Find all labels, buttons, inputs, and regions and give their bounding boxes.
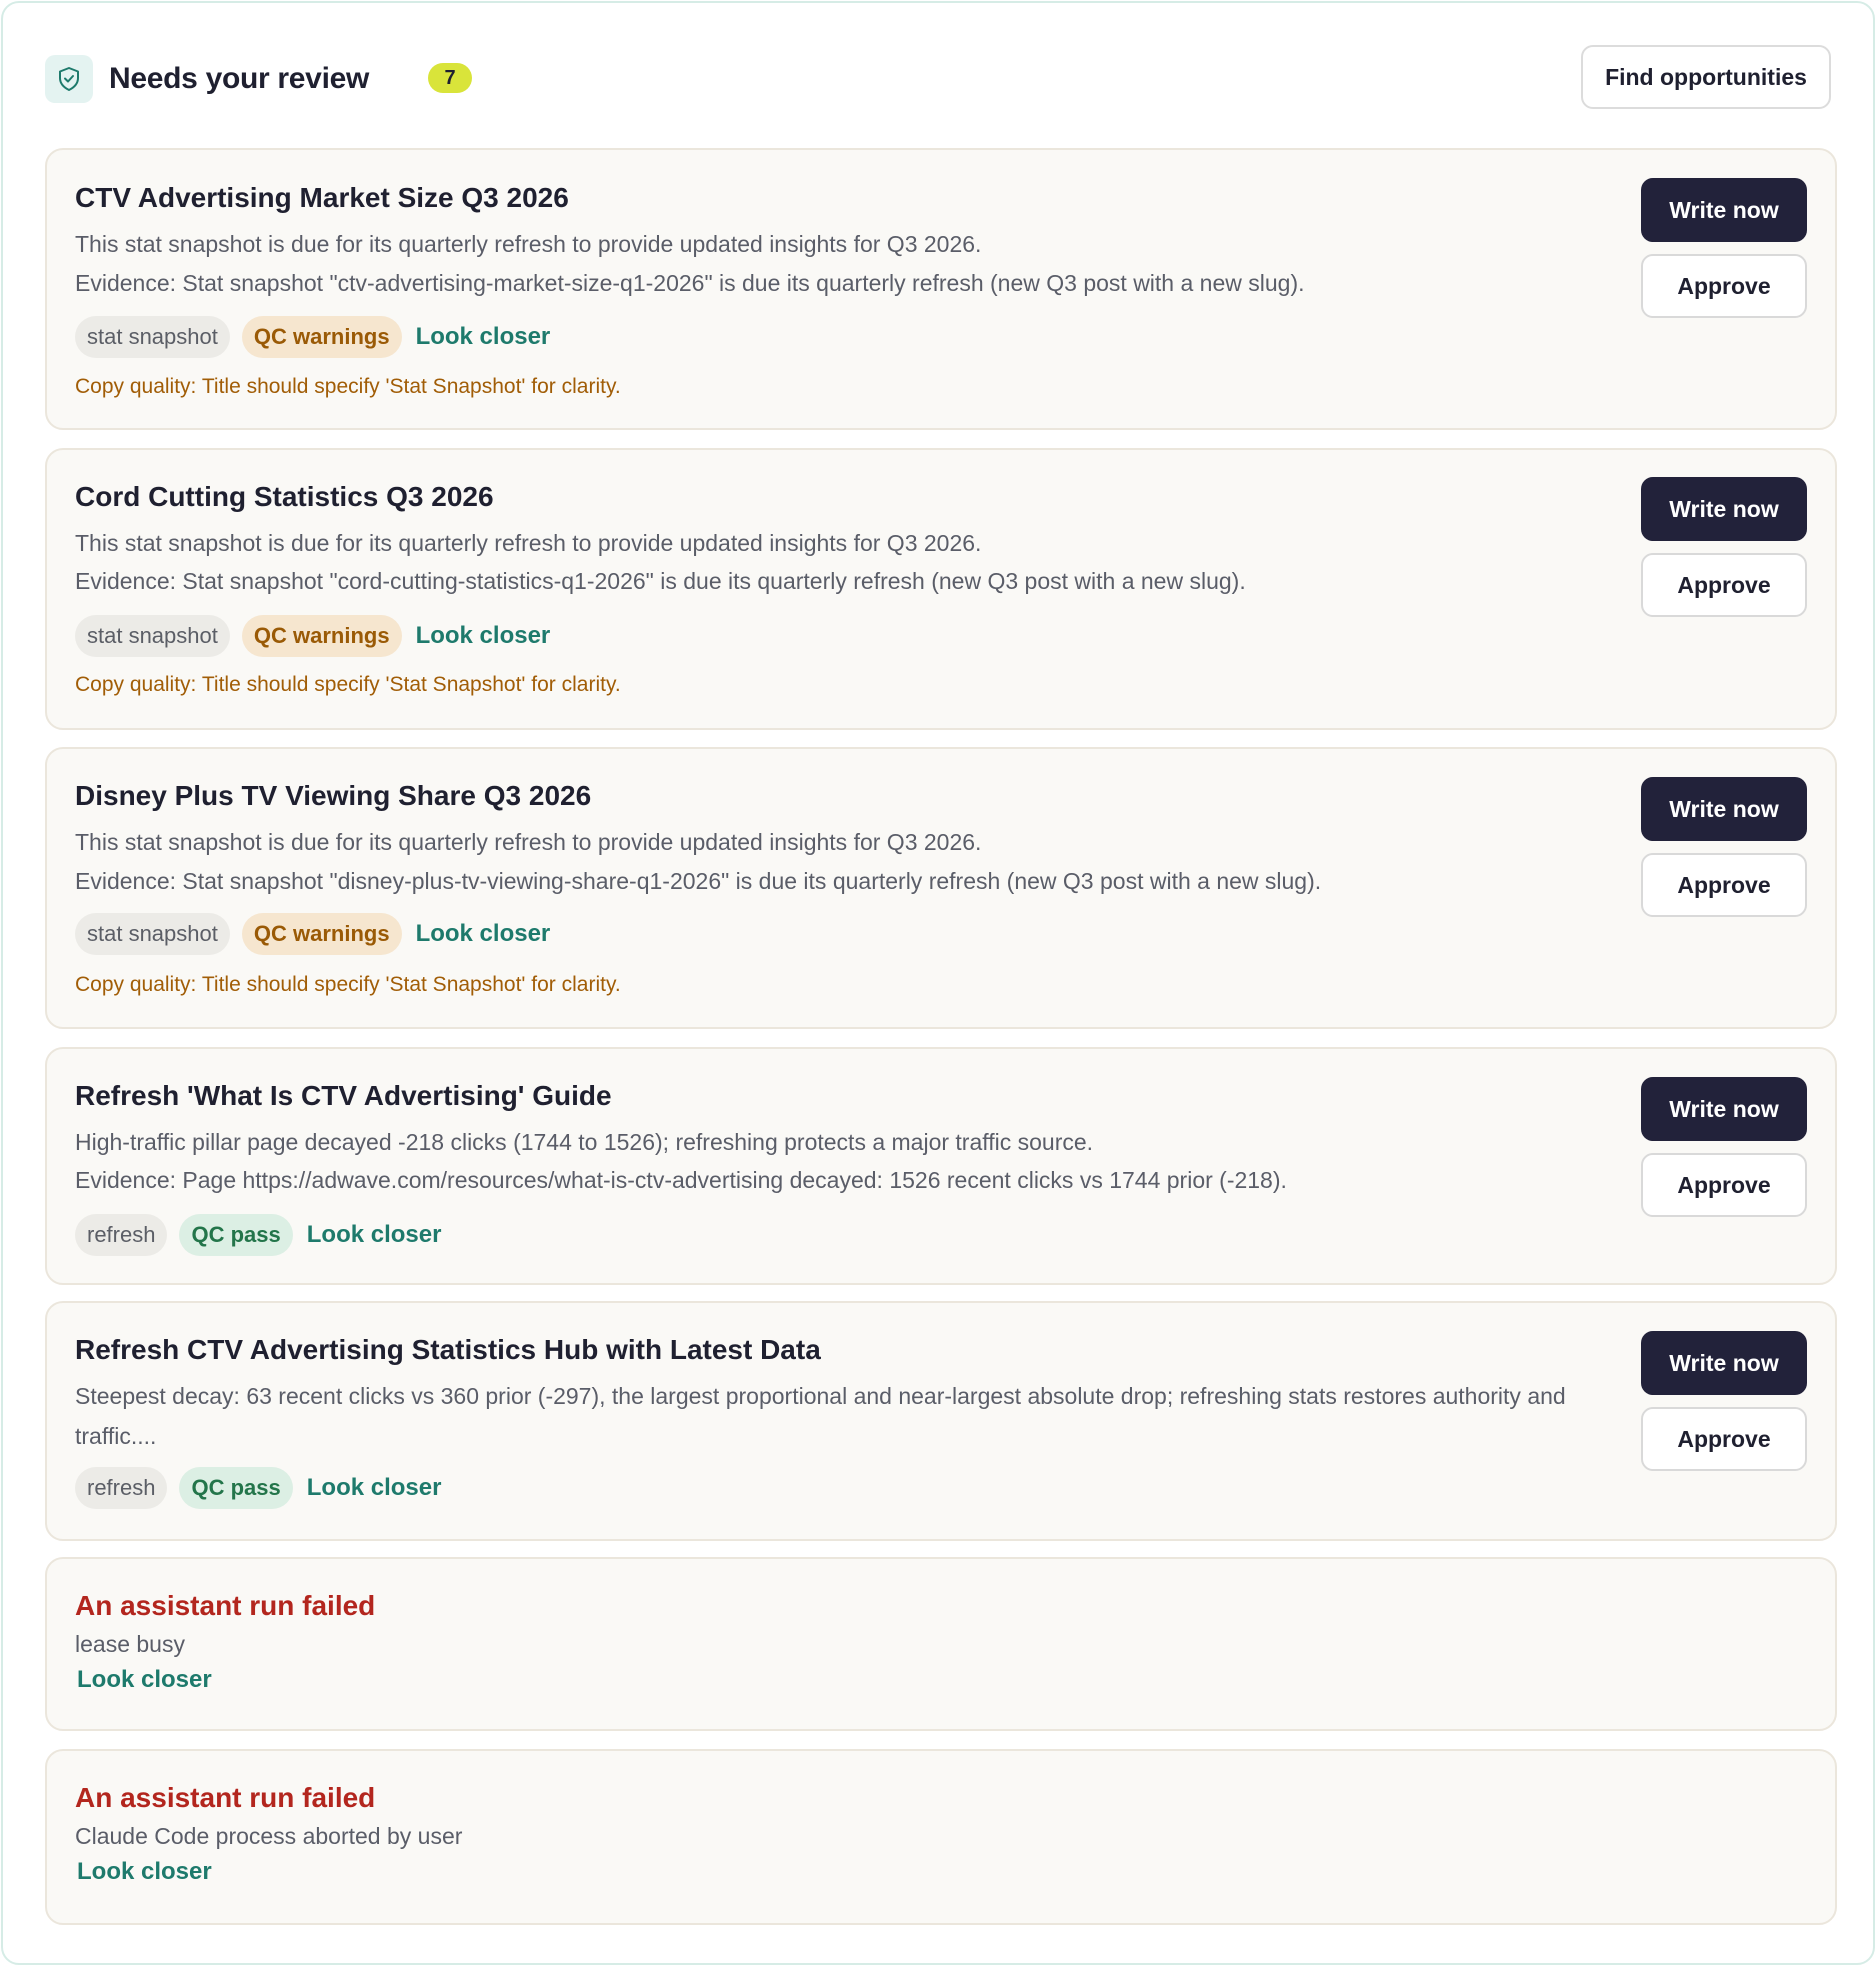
review-count-badge: 7: [428, 63, 472, 93]
look-closer-link[interactable]: Look closer: [305, 1467, 442, 1509]
qc-status-tag: QC pass: [179, 1467, 293, 1509]
card-summary: This stat snapshot is due for its quarte…: [75, 829, 982, 855]
card-title: Cord Cutting Statistics Q3 2026: [75, 481, 494, 512]
look-closer-link[interactable]: Look closer: [75, 1851, 212, 1893]
card-evidence: Evidence: Stat snapshot "cord-cutting-st…: [75, 568, 1246, 594]
review-card: Cord Cutting Statistics Q3 2026 This sta…: [45, 448, 1837, 730]
card-summary: This stat snapshot is due for its quarte…: [75, 530, 982, 556]
kind-tag: refresh: [75, 1214, 168, 1256]
approve-button[interactable]: Approve: [1641, 254, 1807, 318]
card-title: Refresh CTV Advertising Statistics Hub w…: [75, 1334, 821, 1365]
write-now-button[interactable]: Write now: [1641, 1077, 1807, 1141]
qc-note: Copy quality: Title should specify 'Stat…: [75, 973, 621, 996]
card-title: Refresh 'What Is CTV Advertising' Guide: [75, 1080, 612, 1111]
failure-title: An assistant run failed: [75, 1782, 376, 1813]
approve-button[interactable]: Approve: [1641, 853, 1807, 917]
card-evidence: Evidence: Stat snapshot "disney-plus-tv-…: [75, 868, 1322, 894]
card-summary: High-traffic pillar page decayed -218 cl…: [75, 1129, 1094, 1155]
qc-note: Copy quality: Title should specify 'Stat…: [75, 375, 621, 398]
failure-message: Claude Code process aborted by user: [75, 1823, 463, 1849]
review-card: Refresh 'What Is CTV Advertising' Guide …: [45, 1047, 1837, 1285]
card-tags: refresh QC pass Look closer: [75, 1467, 441, 1509]
page-title: Needs your review: [109, 62, 370, 95]
failure-message: lease busy: [75, 1631, 185, 1657]
qc-status-tag: QC warnings: [241, 913, 402, 955]
review-card: CTV Advertising Market Size Q3 2026 This…: [45, 148, 1837, 430]
card-tags: stat snapshot QC warnings Look closer: [75, 316, 550, 358]
approve-button[interactable]: Approve: [1641, 1153, 1807, 1217]
qc-status-tag: QC warnings: [241, 316, 402, 358]
write-now-button[interactable]: Write now: [1641, 777, 1807, 841]
qc-note: Copy quality: Title should specify 'Stat…: [75, 673, 621, 696]
card-title: Disney Plus TV Viewing Share Q3 2026: [75, 780, 592, 811]
qc-status-tag: QC pass: [179, 1214, 293, 1256]
qc-status-tag: QC warnings: [241, 615, 402, 657]
card-title: CTV Advertising Market Size Q3 2026: [75, 182, 569, 213]
review-card: Disney Plus TV Viewing Share Q3 2026 Thi…: [45, 747, 1837, 1029]
approve-button[interactable]: Approve: [1641, 1407, 1807, 1471]
card-evidence: Evidence: Stat snapshot "ctv-advertising…: [75, 270, 1305, 296]
find-opportunities-button[interactable]: Find opportunities: [1581, 45, 1831, 109]
look-closer-link[interactable]: Look closer: [414, 615, 551, 657]
failure-card: An assistant run failed lease busy Look …: [45, 1557, 1837, 1731]
card-tags: stat snapshot QC warnings Look closer: [75, 615, 550, 657]
look-closer-link[interactable]: Look closer: [414, 316, 551, 358]
kind-tag: refresh: [75, 1467, 168, 1509]
write-now-button[interactable]: Write now: [1641, 178, 1807, 242]
failure-title: An assistant run failed: [75, 1590, 376, 1621]
kind-tag: stat snapshot: [75, 615, 230, 657]
card-tags: refresh QC pass Look closer: [75, 1214, 441, 1256]
review-card: Refresh CTV Advertising Statistics Hub w…: [45, 1301, 1837, 1541]
card-summary: Steepest decay: 63 recent clicks vs 360 …: [75, 1383, 1566, 1449]
shield-icon: [45, 55, 93, 103]
review-panel: Needs your review 7 Find opportunities C…: [1, 1, 1875, 1965]
approve-button[interactable]: Approve: [1641, 553, 1807, 617]
card-tags: stat snapshot QC warnings Look closer: [75, 913, 550, 955]
look-closer-link[interactable]: Look closer: [75, 1659, 212, 1701]
look-closer-link[interactable]: Look closer: [414, 913, 551, 955]
look-closer-link[interactable]: Look closer: [305, 1214, 442, 1256]
write-now-button[interactable]: Write now: [1641, 477, 1807, 541]
kind-tag: stat snapshot: [75, 316, 230, 358]
card-evidence: Evidence: Page https://adwave.com/resour…: [75, 1167, 1287, 1193]
panel-header: Needs your review 7 Find opportunities: [45, 45, 1831, 109]
failure-card: An assistant run failed Claude Code proc…: [45, 1749, 1837, 1925]
write-now-button[interactable]: Write now: [1641, 1331, 1807, 1395]
card-summary: This stat snapshot is due for its quarte…: [75, 231, 982, 257]
kind-tag: stat snapshot: [75, 913, 230, 955]
